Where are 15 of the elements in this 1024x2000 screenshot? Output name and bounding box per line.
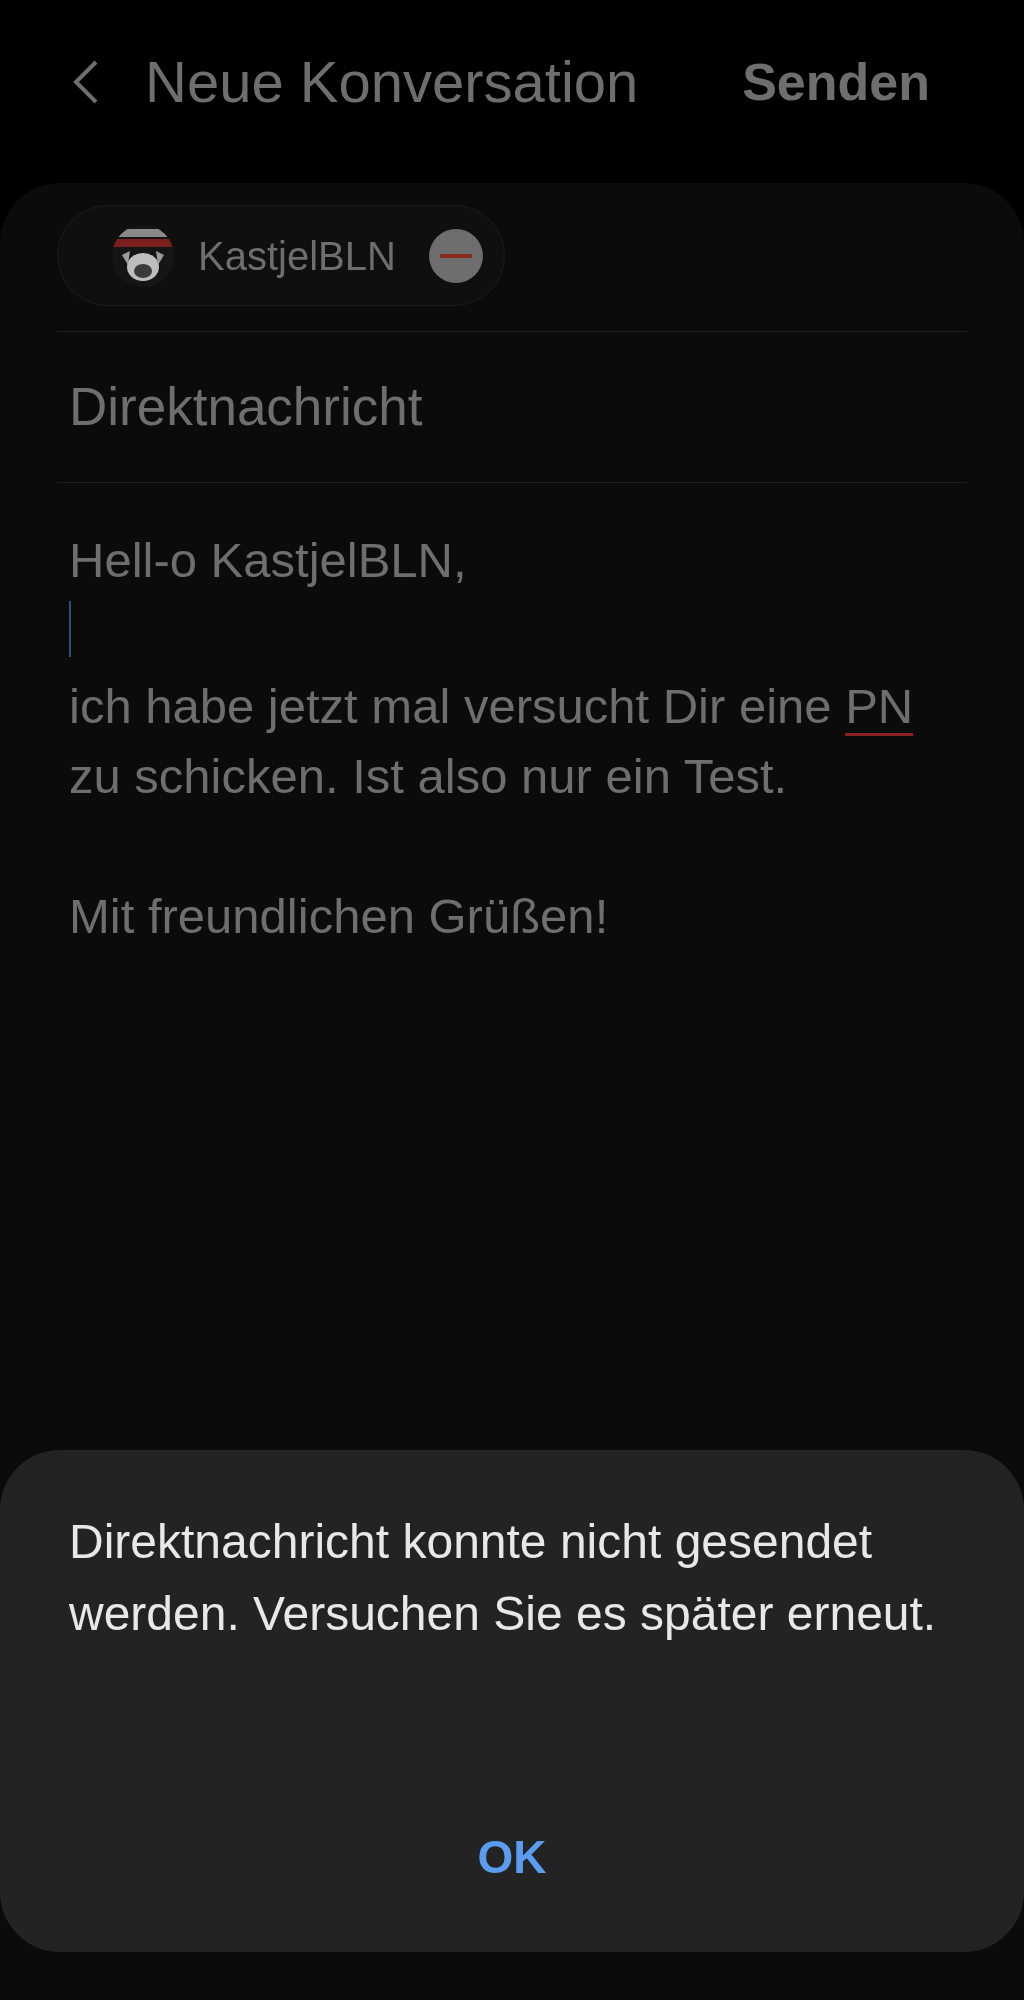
message-field[interactable]: Hell-o KastjelBLN, ich habe jetzt mal versucht Dir eine PN zu schicken. Ist also nur ein Test. Mit freundlichen Grüßen! [57, 483, 967, 951]
message-text: Mit freundlichen Grüßen! [69, 889, 609, 943]
dialog-message: Direktnachricht konnte nicht gesendet werden. Versuchen Sie es später erneut. [69, 1514, 938, 1642]
text-cursor [69, 601, 71, 657]
recipient-chip[interactable]: KastjelBLN [57, 205, 505, 306]
send-button[interactable]: Senden [742, 42, 930, 121]
misspelled-word: PN [845, 679, 914, 733]
message-text: zu schicken. Ist also nur ein Test. [69, 749, 788, 803]
recipient-name: KastjelBLN [198, 232, 396, 280]
remove-icon[interactable] [427, 227, 484, 284]
screen-title: Neue Konversation [145, 48, 639, 116]
ok-button[interactable]: OK [457, 1823, 567, 1892]
subject-field[interactable]: Direktnachricht [57, 332, 967, 482]
message-text: ich habe jetzt mal versucht Dir eine [69, 679, 833, 733]
message-text: Hell-o KastjelBLN, [69, 533, 467, 587]
